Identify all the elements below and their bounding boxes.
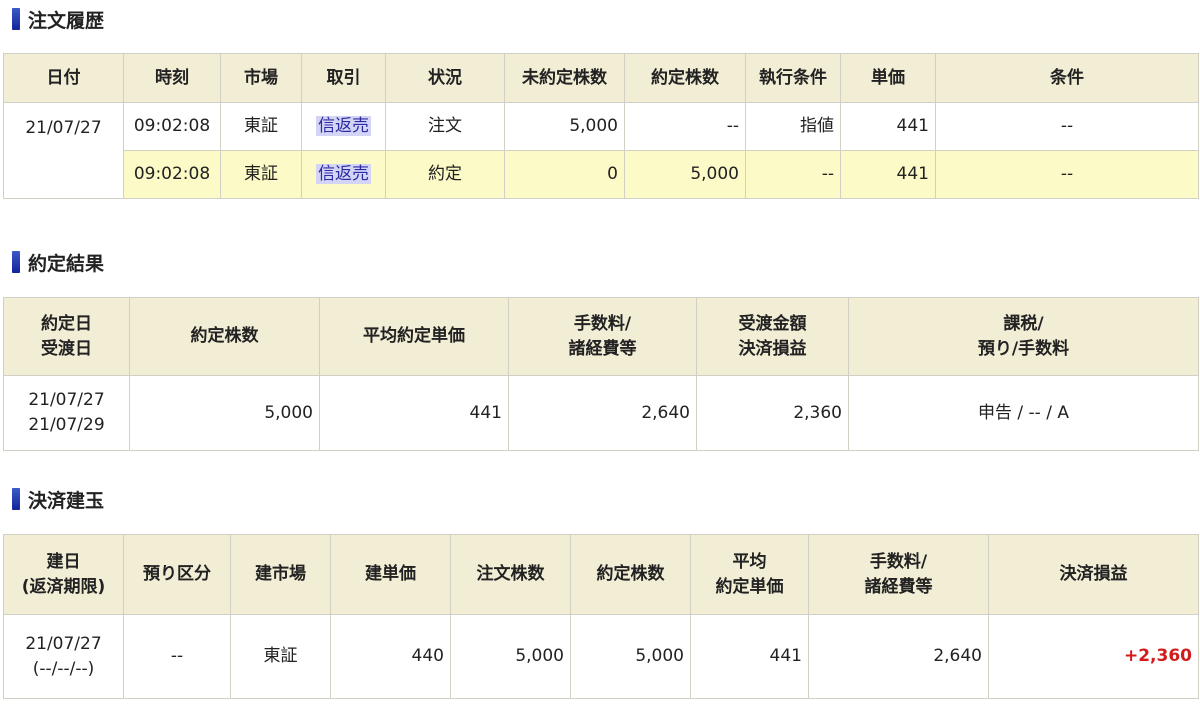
order-filled: 5,000: [624, 150, 746, 199]
execution-result-title: 約定結果: [12, 250, 105, 275]
header-pnl: 決済損益: [988, 534, 1199, 615]
header-open-market: 建市場: [230, 534, 331, 615]
header-tax: 課税/預り/手数料: [848, 297, 1199, 376]
execution-result-title-text: 約定結果: [28, 252, 105, 275]
execution-amount: 2,360: [696, 375, 849, 451]
order-price: 441: [840, 150, 936, 199]
header-condition: 条件: [935, 53, 1199, 103]
section-bar-icon: [12, 488, 20, 510]
order-history-header-row: 日付 時刻 市場 取引 状況 未約定株数 約定株数 執行条件 単価 条件: [3, 53, 1199, 103]
header-filled: 約定株数: [624, 53, 746, 103]
position-open-price: 440: [330, 614, 451, 699]
settlement-positions-title: 決済建玉: [12, 487, 105, 512]
header-trade-settle-date: 約定日 受渡日: [3, 297, 130, 376]
header-exec-cond: 執行条件: [745, 53, 841, 103]
header-shares: 約定株数: [129, 297, 320, 376]
header-filled-shares: 約定株数: [570, 534, 691, 615]
order-exec-cond: --: [745, 150, 841, 199]
trade-type-link[interactable]: 信返売: [316, 164, 371, 185]
order-filled: --: [624, 102, 746, 151]
execution-tax: 申告 / -- / A: [848, 375, 1199, 451]
order-market: 東証: [220, 102, 302, 151]
section-bar-icon: [12, 8, 20, 30]
settlement-positions-title-text: 決済建玉: [28, 489, 105, 512]
order-trade-cell: 信返売: [301, 102, 386, 151]
position-pnl: +2,360: [988, 614, 1199, 699]
header-date: 日付: [3, 53, 124, 103]
order-history-title: 注文履歴: [12, 7, 105, 32]
header-time: 時刻: [123, 53, 221, 103]
header-status: 状況: [385, 53, 505, 103]
table-row: 21/07/27 (--/--/--) -- 東証 440 5,000 5,000…: [3, 614, 1199, 699]
position-market: 東証: [230, 614, 331, 699]
header-open-price: 建単価: [330, 534, 451, 615]
execution-avg-price: 441: [319, 375, 509, 451]
position-fees: 2,640: [808, 614, 989, 699]
order-condition: --: [935, 150, 1199, 199]
order-price: 441: [840, 102, 936, 151]
order-history-title-text: 注文履歴: [28, 9, 105, 32]
table-row: 21/07/27 21/07/29 5,000 441 2,640 2,360 申…: [3, 375, 1199, 451]
execution-shares: 5,000: [129, 375, 320, 451]
position-custody: --: [123, 614, 231, 699]
header-order-shares: 注文株数: [450, 534, 571, 615]
order-time: 09:02:08: [123, 150, 221, 199]
position-avg-price: 441: [690, 614, 809, 699]
header-avg-price: 平均約定単価: [319, 297, 509, 376]
order-exec-cond: 指値: [745, 102, 841, 151]
order-time: 09:02:08: [123, 102, 221, 151]
order-status: 約定: [385, 150, 505, 199]
header-price: 単価: [840, 53, 936, 103]
order-unfilled: 0: [504, 150, 625, 199]
header-trade: 取引: [301, 53, 386, 103]
header-fees: 手数料/諸経費等: [508, 297, 697, 376]
order-history-table: 日付 時刻 市場 取引 状況 未約定株数 約定株数 執行条件 単価 条件 21/…: [3, 53, 1199, 199]
header-custody: 預り区分: [123, 534, 231, 615]
order-unfilled: 5,000: [504, 102, 625, 151]
order-market: 東証: [220, 150, 302, 199]
header-open-date: 建日 (返済期限): [3, 534, 124, 615]
position-open-date: 21/07/27 (--/--/--): [3, 614, 124, 699]
table-row: 09:02:08 東証 信返売 約定 0 5,000 -- 441 --: [4, 150, 1199, 199]
section-bar-icon: [12, 251, 20, 273]
order-condition: --: [935, 102, 1199, 151]
execution-result-header-row: 約定日 受渡日 約定株数 平均約定単価 手数料/諸経費等 受渡金額 決済損益 課税/…: [3, 297, 1199, 376]
settlement-positions-table: 建日 (返済期限) 預り区分 建市場 建単価 注文株数 約定株数 平均 約定単価 手…: [3, 534, 1199, 699]
header-avg-price: 平均約定単価: [690, 534, 809, 615]
table-row: 21/07/27 09:02:08 東証 信返売 注文 5,000 -- 指値 …: [3, 102, 1199, 199]
order-date: 21/07/27: [3, 102, 124, 199]
header-fees: 手数料/諸経費等: [808, 534, 989, 615]
position-order-shares: 5,000: [450, 614, 571, 699]
header-market: 市場: [220, 53, 302, 103]
order-trade-cell: 信返売: [301, 150, 386, 199]
position-filled-shares: 5,000: [570, 614, 691, 699]
settlement-positions-header-row: 建日 (返済期限) 預り区分 建市場 建単価 注文株数 約定株数 平均 約定単価 手…: [3, 534, 1199, 615]
header-amount-pnl: 受渡金額 決済損益: [696, 297, 849, 376]
header-unfilled: 未約定株数: [504, 53, 625, 103]
order-status: 注文: [385, 102, 505, 151]
trade-type-link[interactable]: 信返売: [316, 116, 371, 137]
execution-fees: 2,640: [508, 375, 697, 451]
execution-dates: 21/07/27 21/07/29: [3, 375, 130, 451]
execution-result-table: 約定日 受渡日 約定株数 平均約定単価 手数料/諸経費等 受渡金額 決済損益 課税/…: [3, 297, 1199, 451]
